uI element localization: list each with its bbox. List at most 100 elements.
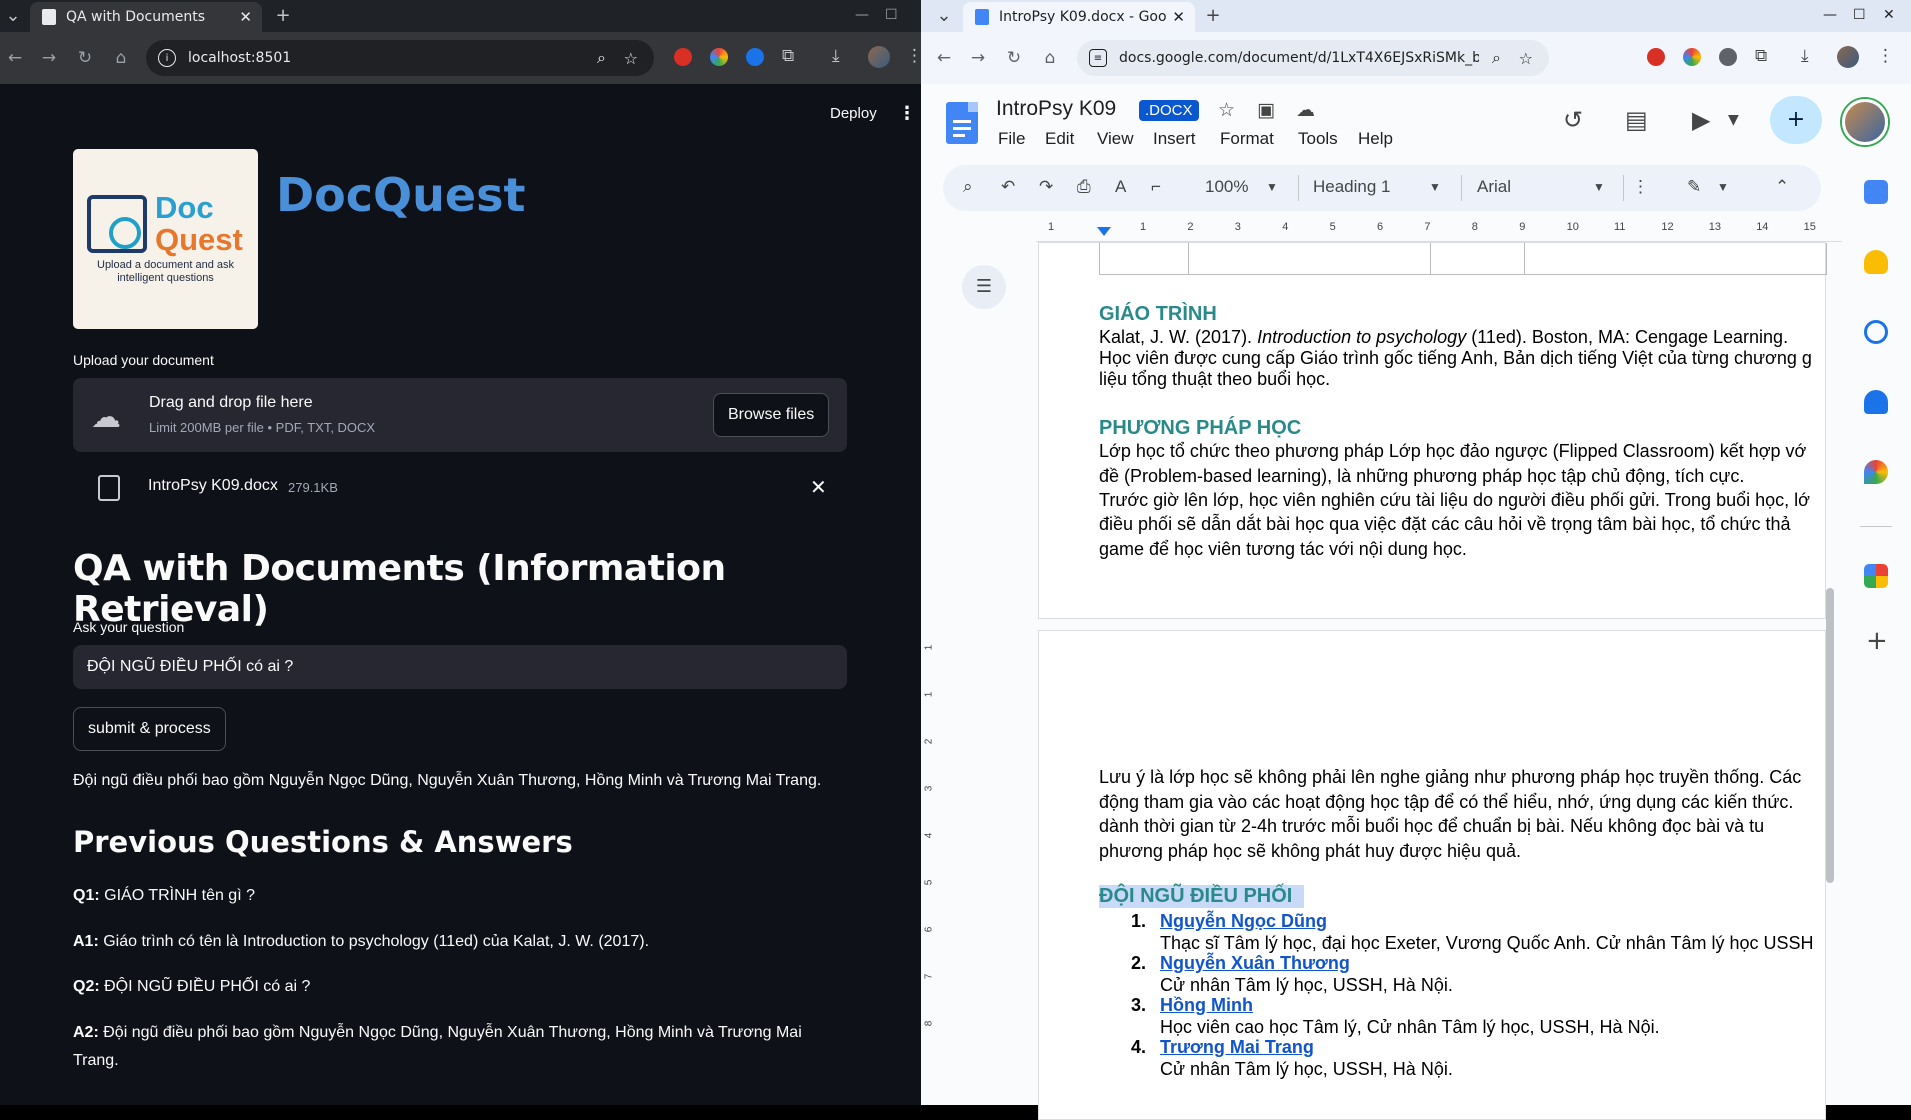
- meet-camera-icon[interactable]: ▶: [1692, 106, 1710, 134]
- move-folder-icon[interactable]: ▣: [1257, 99, 1275, 121]
- extension-color-icon[interactable]: [1683, 48, 1701, 66]
- file-dropzone[interactable]: ☁ Drag and drop file here Limit 200MB pe…: [73, 378, 847, 452]
- member-link-2[interactable]: Nguyễn Xuân Thương: [1160, 953, 1350, 974]
- tasks-icon[interactable]: [1864, 320, 1888, 344]
- giao-trinh-line-3[interactable]: liệu tổng thuật theo buổi học.: [1099, 367, 1330, 391]
- question-input[interactable]: ĐỘI NGŨ ĐIỀU PHỐI có ai ?: [73, 645, 847, 689]
- bookmark-star-icon[interactable]: ☆: [624, 49, 638, 68]
- member-link-1[interactable]: Nguyễn Ngọc Dũng: [1160, 911, 1327, 932]
- url-field[interactable]: i localhost:8501 ⌕ ☆: [146, 40, 654, 76]
- home-icon[interactable]: ⌂: [1039, 48, 1061, 68]
- menu-edit[interactable]: Edit: [1045, 129, 1074, 149]
- document-outline-icon[interactable]: ☰: [962, 265, 1006, 309]
- keep-icon[interactable]: [1864, 250, 1888, 274]
- extension-react-icon[interactable]: [1719, 48, 1737, 66]
- forward-icon[interactable]: →: [967, 48, 989, 68]
- calendar-icon[interactable]: [1864, 180, 1888, 204]
- submit-process-button[interactable]: submit & process: [73, 707, 226, 751]
- cloud-status-icon[interactable]: ☁: [1296, 99, 1315, 121]
- print-icon[interactable]: ⎙: [1077, 177, 1091, 197]
- site-settings-icon[interactable]: ≡: [1089, 49, 1107, 67]
- account-avatar[interactable]: [1842, 99, 1888, 145]
- streamlit-menu-icon[interactable]: ⋮: [898, 103, 916, 124]
- minimize-icon[interactable]: —: [855, 7, 869, 23]
- indent-marker-icon[interactable]: [1097, 227, 1111, 236]
- version-history-icon[interactable]: ↺: [1563, 106, 1583, 134]
- menu-help[interactable]: Help: [1358, 129, 1393, 149]
- maps-icon[interactable]: [1864, 460, 1888, 484]
- adblock-icon[interactable]: [674, 48, 692, 66]
- remove-file-icon[interactable]: ✕: [810, 475, 827, 499]
- note-line-2[interactable]: động tham gia vào các hoạt động học tập …: [1099, 790, 1793, 814]
- font-dropdown-icon[interactable]: ▼: [1593, 180, 1605, 194]
- star-icon[interactable]: ☆: [1218, 99, 1235, 121]
- search-menus-icon[interactable]: ⌕: [963, 177, 973, 197]
- redo-icon[interactable]: ↷: [1039, 177, 1053, 197]
- zoom-dropdown-icon[interactable]: ▼: [1266, 180, 1278, 194]
- chrome-menu-icon[interactable]: ⋮: [1877, 46, 1894, 66]
- url-field[interactable]: ≡ docs.google.com/document/d/1LxT4X6EJSx…: [1077, 40, 1549, 76]
- member-desc-3[interactable]: Học viên cao học Tâm lý, Cử nhân Tâm lý …: [1160, 1015, 1660, 1039]
- new-tab-icon[interactable]: +: [272, 5, 294, 26]
- get-addons-plus-icon[interactable]: +: [1866, 626, 1888, 656]
- adblock-icon[interactable]: [1647, 48, 1665, 66]
- home-icon[interactable]: ⌂: [110, 48, 132, 68]
- menu-insert[interactable]: Insert: [1153, 129, 1196, 149]
- note-line-3[interactable]: dành thời gian từ 2-4h trước mỗi buổi họ…: [1099, 814, 1764, 838]
- tab-qa-with-documents[interactable]: QA with Documents ✕: [30, 2, 262, 32]
- browse-files-button[interactable]: Browse files: [713, 393, 830, 437]
- deploy-button[interactable]: Deploy: [830, 105, 877, 122]
- extensions-puzzle-icon[interactable]: ⧉: [1755, 46, 1767, 66]
- site-info-icon[interactable]: i: [158, 49, 176, 67]
- phuong-phap-line-2[interactable]: đề (Problem-based learning), là những ph…: [1099, 464, 1744, 488]
- extension-react-icon[interactable]: [746, 48, 764, 66]
- zoom-icon[interactable]: ⌕: [1492, 48, 1501, 68]
- download-icon[interactable]: ⤓: [1801, 46, 1809, 66]
- back-icon[interactable]: ←: [933, 48, 955, 68]
- profile-avatar[interactable]: [868, 46, 890, 68]
- menu-file[interactable]: File: [998, 129, 1025, 149]
- member-desc-2[interactable]: Cử nhân Tâm lý học, USSH, Hà Nội.: [1160, 973, 1453, 997]
- tab-search-icon[interactable]: ⌄: [2, 5, 24, 26]
- minimize-icon[interactable]: —: [1823, 7, 1837, 23]
- heading-giao-trinh[interactable]: GIÁO TRÌNH: [1099, 303, 1217, 326]
- note-line-1[interactable]: Lưu ý là lớp học sẽ không phải lên nghe …: [1099, 765, 1801, 789]
- chrome-menu-icon[interactable]: ⋮: [906, 46, 921, 66]
- font-select[interactable]: Arial: [1477, 177, 1511, 197]
- tab-introspy-docx[interactable]: IntroPsy K09.docx - Goo ✕: [963, 2, 1195, 32]
- reload-icon[interactable]: ↻: [74, 48, 96, 68]
- note-line-4[interactable]: phương pháp học sẽ không phát huy được h…: [1099, 839, 1521, 863]
- profile-avatar[interactable]: [1837, 46, 1859, 68]
- close-tab-icon[interactable]: ✕: [1172, 8, 1185, 26]
- collapse-menus-icon[interactable]: ⌃: [1775, 177, 1789, 197]
- contacts-icon[interactable]: [1864, 390, 1888, 414]
- member-desc-4[interactable]: Cử nhân Tâm lý học, USSH, Hà Nội.: [1160, 1057, 1453, 1081]
- maximize-icon[interactable]: ☐: [885, 7, 898, 23]
- meet-dropdown-icon[interactable]: ▼: [1728, 112, 1739, 128]
- extension-color-icon[interactable]: [710, 48, 728, 66]
- comments-icon[interactable]: ▤: [1625, 106, 1648, 134]
- style-dropdown-icon[interactable]: ▼: [1429, 180, 1441, 194]
- undo-icon[interactable]: ↶: [1001, 177, 1015, 197]
- document-page-1[interactable]: GIÁO TRÌNH Kalat, J. W. (2017). Introduc…: [1038, 242, 1827, 619]
- zoom-select[interactable]: 100%: [1205, 177, 1248, 197]
- document-title[interactable]: IntroPsy K09: [996, 97, 1116, 121]
- heading-phuong-phap-hoc[interactable]: PHƯƠNG PHÁP HỌC: [1099, 417, 1301, 440]
- maximize-icon[interactable]: ☐: [1853, 7, 1866, 23]
- download-icon[interactable]: ⤓: [832, 46, 840, 66]
- zoom-icon[interactable]: ⌕: [597, 48, 606, 68]
- horizontal-ruler[interactable]: 1 1 2 3 4 5 6 7 8 9 10 11 12 13 14 15: [1036, 218, 1842, 242]
- member-link-3[interactable]: Hồng Minh: [1160, 995, 1253, 1016]
- tab-search-icon[interactable]: ⌄: [933, 5, 955, 26]
- more-options-icon[interactable]: ⋮: [1632, 177, 1649, 197]
- phuong-phap-line-4[interactable]: điều phối sẽ dẫn dắt bài học qua việc đặ…: [1099, 512, 1791, 536]
- phuong-phap-line-3[interactable]: Trước giờ lên lớp, học viên nghiên cứu t…: [1099, 488, 1810, 512]
- close-tab-icon[interactable]: ✕: [239, 8, 252, 26]
- document-page-2[interactable]: Lưu ý là lớp học sẽ không phải lên nghe …: [1038, 630, 1826, 1120]
- phuong-phap-line-5[interactable]: game để học viên tương tác với nội dung …: [1099, 537, 1467, 561]
- bookmark-star-icon[interactable]: ☆: [1519, 49, 1533, 68]
- new-tab-icon[interactable]: +: [1202, 5, 1224, 26]
- google-docs-logo-icon[interactable]: [946, 102, 978, 144]
- menu-format[interactable]: Format: [1220, 129, 1274, 149]
- paragraph-style-select[interactable]: Heading 1: [1313, 177, 1391, 197]
